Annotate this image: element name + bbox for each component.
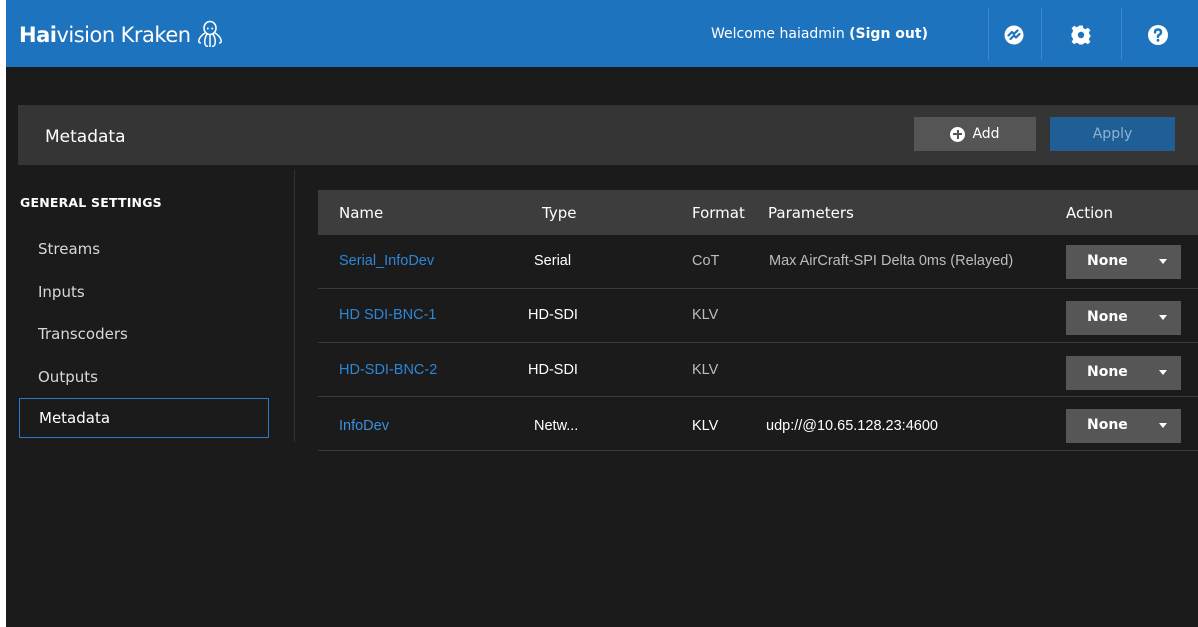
row-format: KLV bbox=[692, 307, 719, 323]
column-header-action[interactable]: Action bbox=[1066, 204, 1113, 222]
sidebar-heading: GENERAL SETTINGS bbox=[20, 195, 162, 210]
row-parameters: udp://@10.65.128.23:4600 bbox=[766, 418, 938, 434]
apply-button[interactable]: Apply bbox=[1050, 117, 1175, 151]
row-format: CoT bbox=[692, 253, 720, 269]
add-button-label: Add bbox=[972, 126, 1000, 142]
sidebar-item-streams[interactable]: Streams bbox=[19, 229, 269, 269]
sidebar-item-transcoders[interactable]: Transcoders bbox=[19, 314, 269, 354]
action-dropdown-value: None bbox=[1087, 253, 1128, 269]
row-type: Netw... bbox=[534, 418, 579, 434]
brand-logo[interactable]: Hai vision Kraken bbox=[19, 20, 224, 50]
column-header-parameters[interactable]: Parameters bbox=[768, 204, 854, 222]
sidebar-item-metadata[interactable]: Metadata bbox=[19, 398, 269, 438]
sidebar-item-outputs[interactable]: Outputs bbox=[19, 357, 269, 397]
gear-icon[interactable] bbox=[1071, 25, 1091, 45]
table-row: HD-SDI-BNC-2 HD-SDI KLV None bbox=[318, 343, 1198, 397]
plus-circle-icon bbox=[950, 126, 966, 142]
page-header: Metadata Add Apply bbox=[18, 105, 1198, 165]
row-format: KLV bbox=[692, 362, 719, 378]
row-name-link[interactable]: HD-SDI-BNC-2 bbox=[339, 362, 437, 378]
table-row: HD SDI-BNC-1 HD-SDI KLV None bbox=[318, 289, 1198, 343]
welcome-message: Welcome haiadmin (Sign out) bbox=[711, 26, 928, 42]
action-dropdown-value: None bbox=[1087, 364, 1128, 380]
welcome-text: Welcome haiadmin bbox=[711, 26, 850, 42]
row-type: HD-SDI bbox=[528, 362, 578, 378]
row-format: KLV bbox=[692, 418, 719, 434]
add-button[interactable]: Add bbox=[914, 117, 1036, 151]
octopus-logo-icon bbox=[197, 20, 222, 47]
app-window: Hai vision Kraken Welcome haiadmin (Sign o… bbox=[6, 0, 1198, 627]
row-type: HD-SDI bbox=[528, 307, 578, 323]
action-dropdown-value: None bbox=[1087, 417, 1128, 433]
toolbar-divider bbox=[1121, 8, 1122, 60]
column-header-type[interactable]: Type bbox=[542, 204, 576, 222]
help-icon[interactable] bbox=[1148, 25, 1168, 45]
brand-product-name: Kraken bbox=[120, 23, 191, 47]
action-dropdown[interactable]: None bbox=[1066, 301, 1181, 335]
chevron-down-icon bbox=[1159, 259, 1167, 264]
table-row: InfoDev Netw... KLV udp://@10.65.128.23:… bbox=[318, 397, 1198, 451]
table-row: Serial_InfoDev Serial CoT Max AirCraft-S… bbox=[318, 235, 1198, 289]
page-title: Metadata bbox=[45, 127, 126, 147]
sign-out-link[interactable]: (Sign out) bbox=[849, 26, 928, 42]
action-dropdown-value: None bbox=[1087, 309, 1128, 325]
chevron-down-icon bbox=[1159, 423, 1167, 428]
brand-name-regular: vision bbox=[56, 23, 115, 47]
toolbar-divider bbox=[1041, 8, 1042, 60]
chevron-down-icon bbox=[1159, 370, 1167, 375]
action-dropdown[interactable]: None bbox=[1066, 409, 1181, 443]
column-header-name[interactable]: Name bbox=[339, 204, 383, 222]
action-dropdown[interactable]: None bbox=[1066, 356, 1181, 390]
row-name-link[interactable]: Serial_InfoDev bbox=[339, 253, 434, 269]
row-parameters: Max AirCraft-SPI Delta 0ms (Relayed) bbox=[769, 253, 1014, 269]
row-name-link[interactable]: HD SDI-BNC-1 bbox=[339, 307, 436, 323]
top-bar: Hai vision Kraken Welcome haiadmin (Sign o… bbox=[6, 0, 1198, 67]
row-type: Serial bbox=[534, 253, 572, 269]
row-name-link[interactable]: InfoDev bbox=[339, 418, 389, 434]
action-dropdown[interactable]: None bbox=[1066, 245, 1181, 279]
toolbar-divider bbox=[988, 8, 989, 60]
brand-name-bold: Hai bbox=[19, 23, 57, 47]
table-header: Name Type Format Parameters Action bbox=[318, 190, 1198, 235]
sidebar-item-inputs[interactable]: Inputs bbox=[19, 272, 269, 312]
sidebar-divider bbox=[294, 170, 295, 442]
status-icon[interactable] bbox=[1004, 25, 1024, 45]
sidebar: GENERAL SETTINGS Streams Inputs Transcod… bbox=[6, 165, 294, 445]
chevron-down-icon bbox=[1159, 315, 1167, 320]
column-header-format[interactable]: Format bbox=[692, 204, 745, 222]
